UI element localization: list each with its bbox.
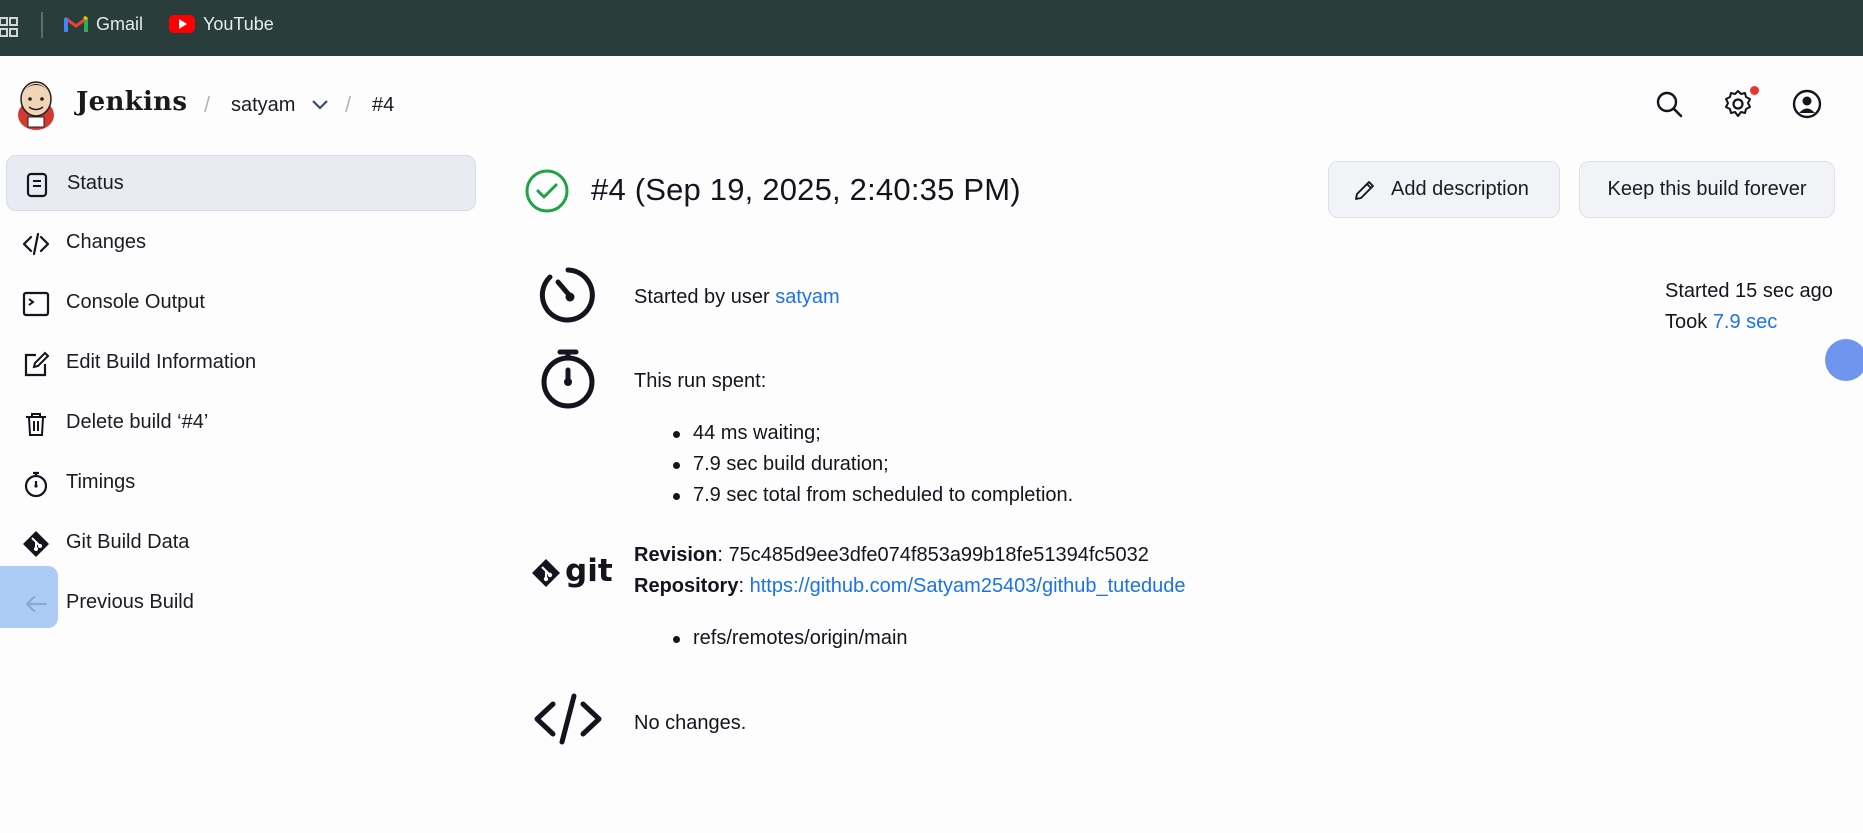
sidebar-item-timings[interactable]: Timings <box>6 455 476 511</box>
sidebar-item-previous-build[interactable]: Previous Build <box>6 575 476 631</box>
youtube-icon <box>169 15 195 33</box>
repository-label: Repository <box>634 575 739 597</box>
git-diamond-icon <box>532 559 560 587</box>
sidebar-item-console-output[interactable]: Console Output <box>6 275 476 331</box>
clock-icon <box>539 267 595 323</box>
breadcrumb-job[interactable]: satyam <box>231 94 295 117</box>
bookmark-label: Gmail <box>96 13 144 34</box>
sidebar-item-label: Git Build Data <box>66 531 190 553</box>
list-item: 7.9 sec build duration; <box>672 449 1073 480</box>
keep-build-forever-label: Keep this build forever <box>1607 178 1807 200</box>
breadcrumb-separator: / <box>204 92 211 117</box>
run-spent-label: This run spent: <box>634 370 767 392</box>
add-description-button[interactable]: Add description <box>1328 161 1560 218</box>
breadcrumb-separator: / <box>345 92 352 117</box>
started-by-user-link[interactable]: satyam <box>775 286 839 308</box>
translate-extension-icon[interactable] <box>1825 339 1863 381</box>
page-title: #4 (Sep 19, 2025, 2:40:35 PM) <box>591 172 1021 207</box>
gear-icon[interactable] <box>1723 89 1753 119</box>
sidebar-item-edit-build-information[interactable]: Edit Build Information <box>6 335 476 391</box>
list-item: 7.9 sec total from scheduled to completi… <box>672 480 1073 511</box>
sidebar-item-label: Edit Build Information <box>66 351 257 373</box>
chevron-down-icon[interactable] <box>311 99 329 111</box>
bookmark-youtube[interactable]: YouTube <box>169 12 274 36</box>
jenkins-logo-icon[interactable] <box>14 79 58 131</box>
sidebar-item-label: Previous Build <box>66 591 194 613</box>
started-by-prefix: Started by user <box>634 286 776 308</box>
took-duration-link[interactable]: 7.9 sec <box>1713 311 1777 333</box>
floating-extension-badge[interactable] <box>0 566 58 628</box>
run-spent-list: 44 ms waiting; 7.9 sec build duration; 7… <box>672 418 1073 511</box>
keep-build-forever-button[interactable]: Keep this build forever <box>1579 161 1835 218</box>
sidebar-item-label: Delete build ‘#4’ <box>66 411 209 433</box>
notification-dot <box>1750 86 1759 95</box>
git-icon <box>23 531 49 557</box>
took-text: Took 7.9 sec <box>1665 311 1777 334</box>
terminal-icon <box>22 291 50 317</box>
sidebar-item-label: Timings <box>66 471 136 493</box>
revision-label: Revision <box>634 544 718 566</box>
sidebar-item-delete-build[interactable]: Delete build ‘#4’ <box>6 395 476 451</box>
git-logo: git <box>531 553 613 591</box>
code-large-icon <box>534 693 602 745</box>
revision-value: 75c485d9ee3dfe074f853a99b18fe51394fc5032 <box>728 544 1149 566</box>
success-check-icon <box>525 169 569 213</box>
pencil-icon <box>1355 180 1374 200</box>
code-icon <box>22 232 50 256</box>
sidebar-item-changes[interactable]: Changes <box>6 215 476 271</box>
stopwatch-icon <box>24 471 48 498</box>
list-item: refs/remotes/origin/main <box>673 623 908 654</box>
edit-icon <box>24 351 50 377</box>
add-description-label: Add description <box>1391 178 1529 200</box>
jenkins-header: Jenkins / satyam / #4 <box>0 56 1863 156</box>
bookmarks-bar: Gmail YouTube <box>0 0 1863 56</box>
git-logo-text: git <box>565 553 613 589</box>
bookmark-label: YouTube <box>203 13 274 34</box>
jenkins-brand[interactable]: Jenkins <box>76 87 187 117</box>
sidebar-item-git-build-data[interactable]: Git Build Data <box>6 515 476 571</box>
repository-link[interactable]: https://github.com/Satyam25403/github_tu… <box>750 575 1186 597</box>
started-ago-text: Started 15 sec ago <box>1665 280 1833 302</box>
stopwatch-large-icon <box>541 349 595 409</box>
user-account-icon[interactable] <box>1792 89 1822 119</box>
refs-list: refs/remotes/origin/main <box>673 623 908 654</box>
apps-grid-icon[interactable] <box>0 16 18 38</box>
no-changes-text: No changes. <box>634 712 747 734</box>
repository-row: Repository: https://github.com/Satyam254… <box>634 575 1186 597</box>
bookmarks-divider <box>41 12 43 38</box>
search-icon[interactable] <box>1654 89 1684 119</box>
sidebar-item-label: Console Output <box>66 291 205 313</box>
revision-row: Revision: 75c485d9ee3dfe074f853a99b18fe5… <box>634 544 1149 566</box>
started-by-text: Started by user satyam <box>634 286 840 309</box>
took-prefix: Took <box>1665 311 1713 333</box>
trash-icon <box>26 413 46 436</box>
gmail-icon <box>64 15 88 32</box>
status-icon <box>26 172 48 198</box>
sidebar-item-label: Changes <box>66 231 147 253</box>
breadcrumb-build[interactable]: #4 <box>372 94 394 117</box>
sidebar-item-status[interactable]: Status <box>6 155 476 211</box>
bookmark-gmail[interactable]: Gmail <box>64 12 143 36</box>
sidebar-item-label: Status <box>67 172 124 194</box>
list-item: 44 ms waiting; <box>672 418 1073 449</box>
